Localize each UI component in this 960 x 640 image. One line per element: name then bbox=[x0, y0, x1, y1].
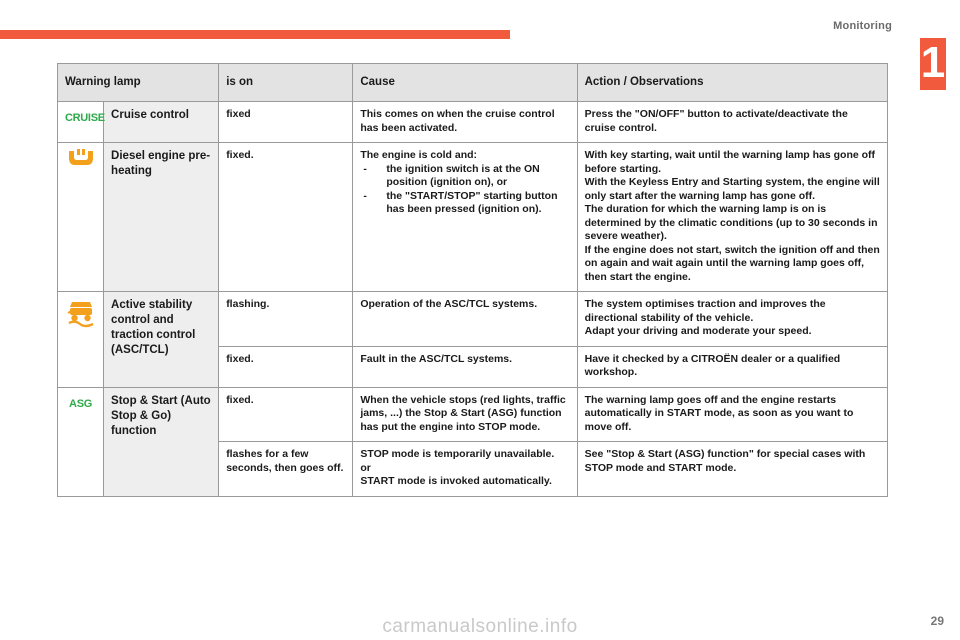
action-paragraph: The duration for which the warning lamp … bbox=[584, 203, 878, 242]
action-cruise-control: Press the "ON/OFF" button to activate/de… bbox=[576, 101, 889, 143]
is-on-diesel-preheating: fixed. bbox=[218, 142, 354, 292]
action-paragraph: See "Stop & Start (ASG) function" for sp… bbox=[584, 448, 866, 474]
table-row: CRUISE Cruise control fixed This comes o… bbox=[56, 101, 889, 143]
action-stop-start-stop-mode: The warning lamp goes off and the engine… bbox=[576, 386, 889, 442]
cause-diesel-preheating: The engine is cold and: - the ignition sw… bbox=[352, 142, 578, 292]
is-on-stop-start-fixed: fixed. bbox=[218, 386, 354, 442]
diesel-preheating-lamp-icon bbox=[56, 142, 105, 292]
list-item-text: the "START/STOP" starting button has bee… bbox=[386, 189, 558, 216]
is-on-cruise-control: fixed bbox=[218, 101, 354, 143]
skidding-car-glyph bbox=[66, 302, 94, 328]
orange-header-rule bbox=[0, 30, 510, 39]
cruise-control-lamp-icon: CRUISE bbox=[56, 101, 105, 143]
list-item-text: the ignition switch is at the ON positio… bbox=[386, 162, 540, 189]
list-item: - the ignition switch is at the ON positi… bbox=[360, 163, 569, 190]
action-asc-tcl-operation: The system optimises traction and improv… bbox=[576, 291, 889, 347]
lamp-name-stop-and-start: Stop & Start (Auto Stop & Go) function bbox=[103, 386, 220, 497]
lamp-name-cruise-control: Cruise control bbox=[103, 101, 220, 143]
cause-list: - the ignition switch is at the ON positi… bbox=[360, 163, 569, 217]
dash-bullet: - bbox=[363, 189, 367, 202]
list-item: - the "START/STOP" starting button has be… bbox=[360, 190, 569, 217]
lamp-name-diesel-preheating: Diesel engine pre-heating bbox=[103, 142, 220, 292]
action-paragraph: With key starting, wait until the warnin… bbox=[584, 149, 876, 175]
column-header-warning-lamp: Warning lamp bbox=[56, 63, 220, 102]
action-paragraph: With the Keyless Entry and Starting syst… bbox=[584, 176, 880, 202]
cruise-lamp-label: CRUISE bbox=[65, 112, 105, 124]
table-header: Warning lamp is on Cause Action / Observ… bbox=[56, 63, 889, 102]
column-header-action: Action / Observations bbox=[576, 63, 889, 102]
cause-paragraph: STOP mode is temporarily unavailable. bbox=[360, 448, 555, 460]
cause-asc-tcl-operation: Operation of the ASC/TCL systems. bbox=[352, 291, 578, 347]
table-row: Diesel engine pre-heating fixed. The eng… bbox=[56, 142, 889, 292]
action-paragraph: Have it checked by a CITROËN dealer or a… bbox=[584, 352, 841, 379]
warning-lamp-table: Warning lamp is on Cause Action / Observ… bbox=[56, 63, 889, 497]
lamp-name-asc-tcl: Active stability control and traction co… bbox=[103, 291, 220, 388]
action-paragraph: If the engine does not start, switch the… bbox=[584, 243, 880, 283]
is-on-asc-tcl-flashing: flashing. bbox=[218, 291, 354, 347]
cause-intro: The engine is cold and: bbox=[360, 149, 478, 161]
cause-paragraph: START mode is invoked automatically. bbox=[360, 475, 552, 487]
action-paragraph: The warning lamp goes off and the engine… bbox=[584, 393, 854, 433]
warning-lamp-table-wrapper: Warning lamp is on Cause Action / Observ… bbox=[56, 63, 889, 497]
page-number: 29 bbox=[930, 614, 944, 628]
action-asc-tcl-fault: Have it checked by a CITROËN dealer or a… bbox=[576, 345, 889, 388]
chapter-number-tab: 1 bbox=[920, 38, 946, 90]
dash-bullet: - bbox=[363, 162, 367, 175]
is-on-asc-tcl-fixed: fixed. bbox=[218, 345, 354, 388]
table-body: CRUISE Cruise control fixed This comes o… bbox=[56, 101, 889, 497]
site-watermark: carmanualsonline.info bbox=[382, 616, 578, 637]
table-row: Active stability control and traction co… bbox=[56, 291, 889, 388]
table-header-row: Warning lamp is on Cause Action / Observ… bbox=[56, 63, 889, 102]
stop-start-asg-lamp-icon: ASG bbox=[56, 386, 105, 497]
cause-asc-tcl-fault: Fault in the ASC/TCL systems. bbox=[352, 345, 578, 388]
action-stop-start-unavailable: See "Stop & Start (ASG) function" for sp… bbox=[576, 441, 889, 497]
preheat-coil-glyph bbox=[68, 149, 93, 165]
table-row: ASG Stop & Start (Auto Stop & Go) functi… bbox=[56, 386, 889, 497]
is-on-stop-start-flashing: flashes for a few seconds, then goes off… bbox=[218, 441, 354, 497]
cause-paragraph: or bbox=[360, 461, 371, 474]
cause-cruise-control: This comes on when the cruise control ha… bbox=[352, 101, 578, 143]
cause-stop-start-stop-mode: When the vehicle stops (red lights, traf… bbox=[352, 386, 578, 442]
action-diesel-preheating: With key starting, wait until the warnin… bbox=[576, 142, 889, 292]
action-paragraph: Adapt your driving and moderate your spe… bbox=[584, 325, 812, 337]
section-title: Monitoring bbox=[833, 20, 892, 32]
asg-lamp-label: ASG bbox=[69, 397, 92, 410]
column-header-is-on: is on bbox=[218, 63, 354, 102]
asc-tcl-skid-lamp-icon bbox=[56, 291, 105, 388]
action-paragraph: The system optimises traction and improv… bbox=[584, 298, 826, 324]
cause-stop-start-unavailable: STOP mode is temporarily unavailable. or… bbox=[352, 441, 578, 497]
column-header-cause: Cause bbox=[352, 63, 578, 102]
